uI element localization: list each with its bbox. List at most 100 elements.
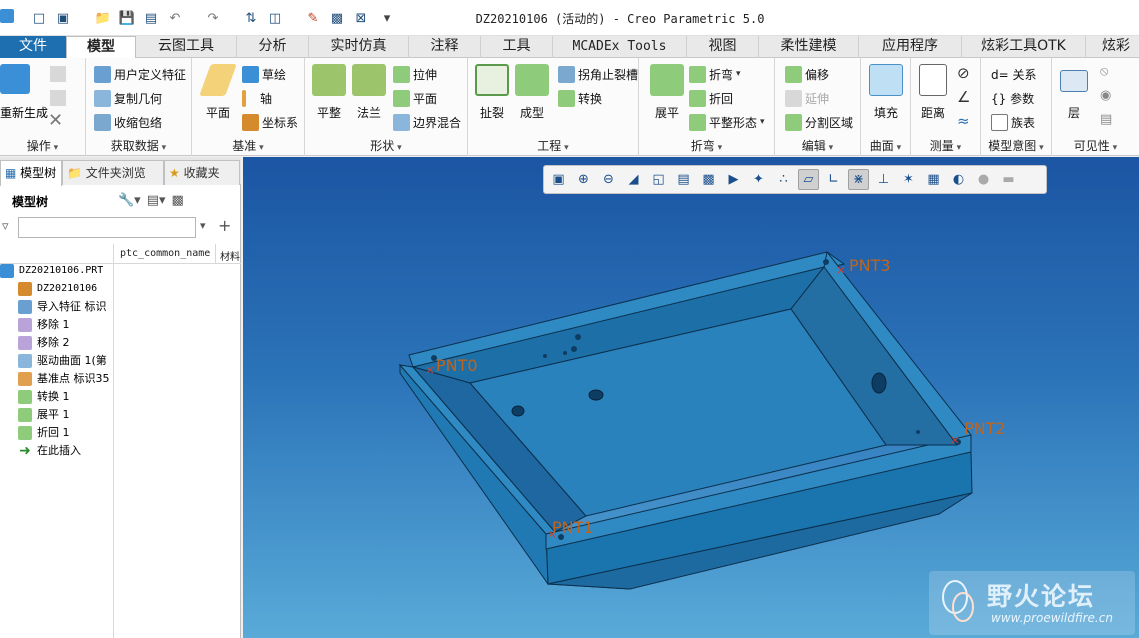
rip-button[interactable]: 扯裂 xyxy=(470,64,514,121)
graphics-viewport[interactable]: ▣ ⊕ ⊖ ◢ ◱ ▤ ▩ ▶ ✦ ∴ ▱ ∟ ⋇ ⊥ ✶ ▦ ◐ ● ▬ PN… xyxy=(243,157,1139,638)
shrinkwrap-button[interactable]: 收缩包络 xyxy=(94,112,162,132)
tab-analysis[interactable]: 分析 xyxy=(237,36,309,58)
tree-node[interactable]: DZ20210106 xyxy=(18,280,97,298)
copy-geometry-button[interactable]: 复制几何 xyxy=(94,88,162,108)
tab-cloud-tools[interactable]: 云图工具 xyxy=(136,36,237,58)
tab-applications[interactable]: 应用程序 xyxy=(859,36,962,58)
tree-search-input[interactable] xyxy=(18,217,196,238)
tab-favorites[interactable]: ★ 收藏夹 xyxy=(164,160,240,185)
group-label-get-data[interactable]: 获取数据 xyxy=(86,138,191,154)
column-divider[interactable] xyxy=(113,244,114,638)
fill-button[interactable]: 填充 xyxy=(864,64,908,121)
unbend-button[interactable]: 展平 xyxy=(645,64,689,121)
convert-button[interactable]: 转换 xyxy=(558,88,602,108)
group-label-visibility[interactable]: 可见性 xyxy=(1052,138,1139,154)
datum-plane-button[interactable]: 平面 xyxy=(196,64,240,121)
show-icon[interactable]: ◉ xyxy=(1100,88,1111,103)
group-label-model-intent[interactable]: 模型意图 xyxy=(981,138,1051,154)
paste-icon[interactable] xyxy=(50,90,66,106)
tab-flexible-modeling[interactable]: 柔性建模 xyxy=(759,36,859,58)
split-area-button[interactable]: 分割区域 xyxy=(785,112,853,132)
sketch-button[interactable]: 草绘 xyxy=(242,64,286,84)
planar-button[interactable]: 平面 xyxy=(393,88,437,108)
new-dropdown-icon[interactable]: ▣ xyxy=(54,9,72,27)
save-icon[interactable]: 💾 xyxy=(118,9,136,27)
csys-button[interactable]: 坐标系 xyxy=(242,112,298,132)
group-label-datum[interactable]: 基准 xyxy=(192,138,304,154)
close-window-icon[interactable]: ⊠ xyxy=(352,9,370,27)
add-filter-icon[interactable]: + xyxy=(218,216,231,235)
datum-point-label-pnt0[interactable]: PNT0 xyxy=(436,356,478,375)
tab-folder-browser[interactable]: 📁 文件夹浏览 xyxy=(62,160,164,185)
udf-button[interactable]: 用户定义特征 xyxy=(94,64,186,84)
tab-xuancai-otk[interactable]: 炫彩工具OTK xyxy=(962,36,1086,58)
tree-node[interactable]: 驱动曲面 1(第 xyxy=(18,352,107,370)
bend-button[interactable]: 折弯 ▾ xyxy=(689,64,741,84)
group-label-engineering[interactable]: 工程 xyxy=(468,138,638,154)
bend-dropdown-icon[interactable]: ▾ xyxy=(736,69,741,79)
delete-icon[interactable]: ✕ xyxy=(48,110,63,131)
axis-button[interactable]: 轴 xyxy=(242,88,272,108)
extrude-button[interactable]: 拉伸 xyxy=(393,64,437,84)
tree-node[interactable]: 导入特征 标识 xyxy=(18,298,107,316)
group-label-edit[interactable]: 编辑 xyxy=(775,138,860,154)
boundary-blend-button[interactable]: 边界混合 xyxy=(393,112,461,132)
datum-point-label-pnt2[interactable]: PNT2 xyxy=(964,419,1006,438)
corner-relief-button[interactable]: 拐角止裂槽 xyxy=(558,64,638,84)
column-material[interactable]: 材料 xyxy=(220,248,240,263)
tree-node[interactable]: DZ20210106.PRT xyxy=(0,262,103,280)
flat-state-dropdown-icon[interactable]: ▾ xyxy=(760,117,765,127)
new-file-icon[interactable]: □ xyxy=(30,9,48,27)
form-button[interactable]: 成型 xyxy=(510,64,554,121)
tree-node[interactable]: 展平 1 xyxy=(18,406,70,424)
column-ptc-common-name[interactable]: ptc_common_name xyxy=(120,248,210,259)
tree-node[interactable]: 基准点 标识35 xyxy=(18,370,110,388)
tab-model-tree[interactable]: ▦ 模型树 xyxy=(0,160,62,186)
datum-point-label-pnt1[interactable]: PNT1 xyxy=(552,518,594,537)
column-divider[interactable] xyxy=(215,244,216,264)
parameters-button[interactable]: {} 参数 xyxy=(991,88,1034,108)
windows-icon[interactable]: ◫ xyxy=(266,9,284,27)
search-dropdown-icon[interactable]: ▾ xyxy=(200,219,206,232)
tab-tools[interactable]: 工具 xyxy=(481,36,553,58)
datum-point-label-pnt3[interactable]: PNT3 xyxy=(849,256,891,275)
bend-back-button[interactable]: 折回 xyxy=(689,88,733,108)
tab-model[interactable]: 模型 xyxy=(66,36,136,59)
group-label-shapes[interactable]: 形状 xyxy=(305,138,467,154)
sheetmetal-tray-model[interactable] xyxy=(243,157,1139,638)
family-table-button[interactable]: 族表 xyxy=(991,112,1035,132)
tab-mcadex-tools[interactable]: MCADEx Tools xyxy=(553,36,687,58)
tab-file[interactable]: 文件 xyxy=(0,36,66,58)
diameter-icon[interactable]: ⊘ xyxy=(957,64,970,82)
tree-node[interactable]: 转换 1 xyxy=(18,388,70,406)
angle-icon[interactable]: ∠ xyxy=(957,88,970,106)
layers-button[interactable]: 层 xyxy=(1052,64,1096,121)
group-label-surfaces[interactable]: 曲面 xyxy=(861,138,910,154)
open-folder-icon[interactable]: 📁 xyxy=(94,9,112,27)
status-icon[interactable]: ▤ xyxy=(1100,112,1112,127)
copy-icon[interactable] xyxy=(50,66,66,82)
tree-node[interactable]: ➜ 在此插入 xyxy=(18,442,81,460)
tree-node[interactable]: 折回 1 xyxy=(18,424,70,442)
regenerate-quick-icon[interactable]: ⇅ xyxy=(242,9,260,27)
save-copy-icon[interactable]: ▤ xyxy=(142,9,160,27)
tree-filter-icon[interactable]: ▩ xyxy=(172,193,184,208)
group-label-operations[interactable]: 操作 xyxy=(0,138,85,154)
filter-icon[interactable]: ▿ xyxy=(2,219,9,234)
tree-view-icon[interactable]: ▤▾ xyxy=(147,193,166,208)
tree-settings-icon[interactable]: 🔧▾ xyxy=(118,193,141,208)
tree-node[interactable]: 移除 2 xyxy=(18,334,70,352)
curve-analysis-icon[interactable]: ≈ xyxy=(957,112,970,130)
tree-node[interactable]: 移除 1 xyxy=(18,316,70,334)
offset-button[interactable]: 偏移 xyxy=(785,64,829,84)
settings-quick-icon[interactable]: ✎ xyxy=(304,9,322,27)
distance-button[interactable]: 距离 xyxy=(911,64,955,121)
group-label-measure[interactable]: 测量 xyxy=(911,138,980,154)
undo-icon[interactable]: ↶ xyxy=(166,9,184,27)
redo-icon[interactable]: ↷ xyxy=(204,9,222,27)
tab-xuancai[interactable]: 炫彩 xyxy=(1086,36,1139,58)
group-label-bend[interactable]: 折弯 xyxy=(639,138,774,154)
regenerate-button[interactable]: 重新生成 xyxy=(0,104,48,121)
tab-annotate[interactable]: 注释 xyxy=(409,36,481,58)
tab-view[interactable]: 视图 xyxy=(687,36,759,58)
